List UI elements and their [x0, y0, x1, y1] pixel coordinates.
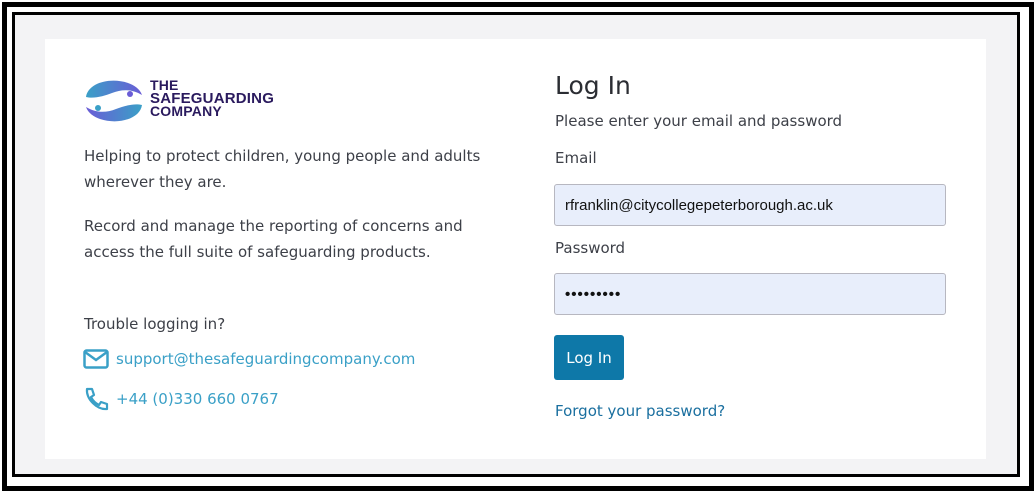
intro-paragraph-1: Helping to protect children, young peopl…: [84, 147, 481, 191]
support-email-text[interactable]: support@thesafeguardingcompany.com: [116, 350, 415, 368]
mail-icon: [82, 348, 110, 370]
password-field[interactable]: [554, 273, 946, 315]
login-subtitle: Please enter your email and password: [555, 112, 843, 130]
phone-icon: [82, 387, 110, 411]
login-title: Log In: [555, 71, 631, 100]
support-email-link[interactable]: support@thesafeguardingcompany.com: [82, 346, 415, 372]
forgot-password-link[interactable]: Forgot your password?: [555, 402, 725, 420]
intro-paragraph-2: Record and manage the reporting of conce…: [84, 217, 463, 261]
support-phone-text[interactable]: +44 (0)330 660 0767: [116, 390, 279, 408]
password-label: Password: [555, 239, 626, 257]
email-label: Email: [555, 149, 597, 167]
login-button[interactable]: Log In: [554, 335, 624, 380]
logo-wordmark: THE SAFEGUARDING COMPANY: [150, 78, 274, 118]
browser-viewport: THE SAFEGUARDING COMPANY Helping to prot…: [12, 12, 1020, 477]
logo-hands-icon: [86, 80, 142, 122]
trouble-logging-in-heading: Trouble logging in?: [84, 315, 226, 333]
company-logo: THE SAFEGUARDING COMPANY: [82, 75, 302, 127]
email-field[interactable]: [554, 184, 946, 226]
login-card: THE SAFEGUARDING COMPANY Helping to prot…: [45, 39, 986, 459]
support-phone-link[interactable]: +44 (0)330 660 0767: [82, 386, 279, 412]
